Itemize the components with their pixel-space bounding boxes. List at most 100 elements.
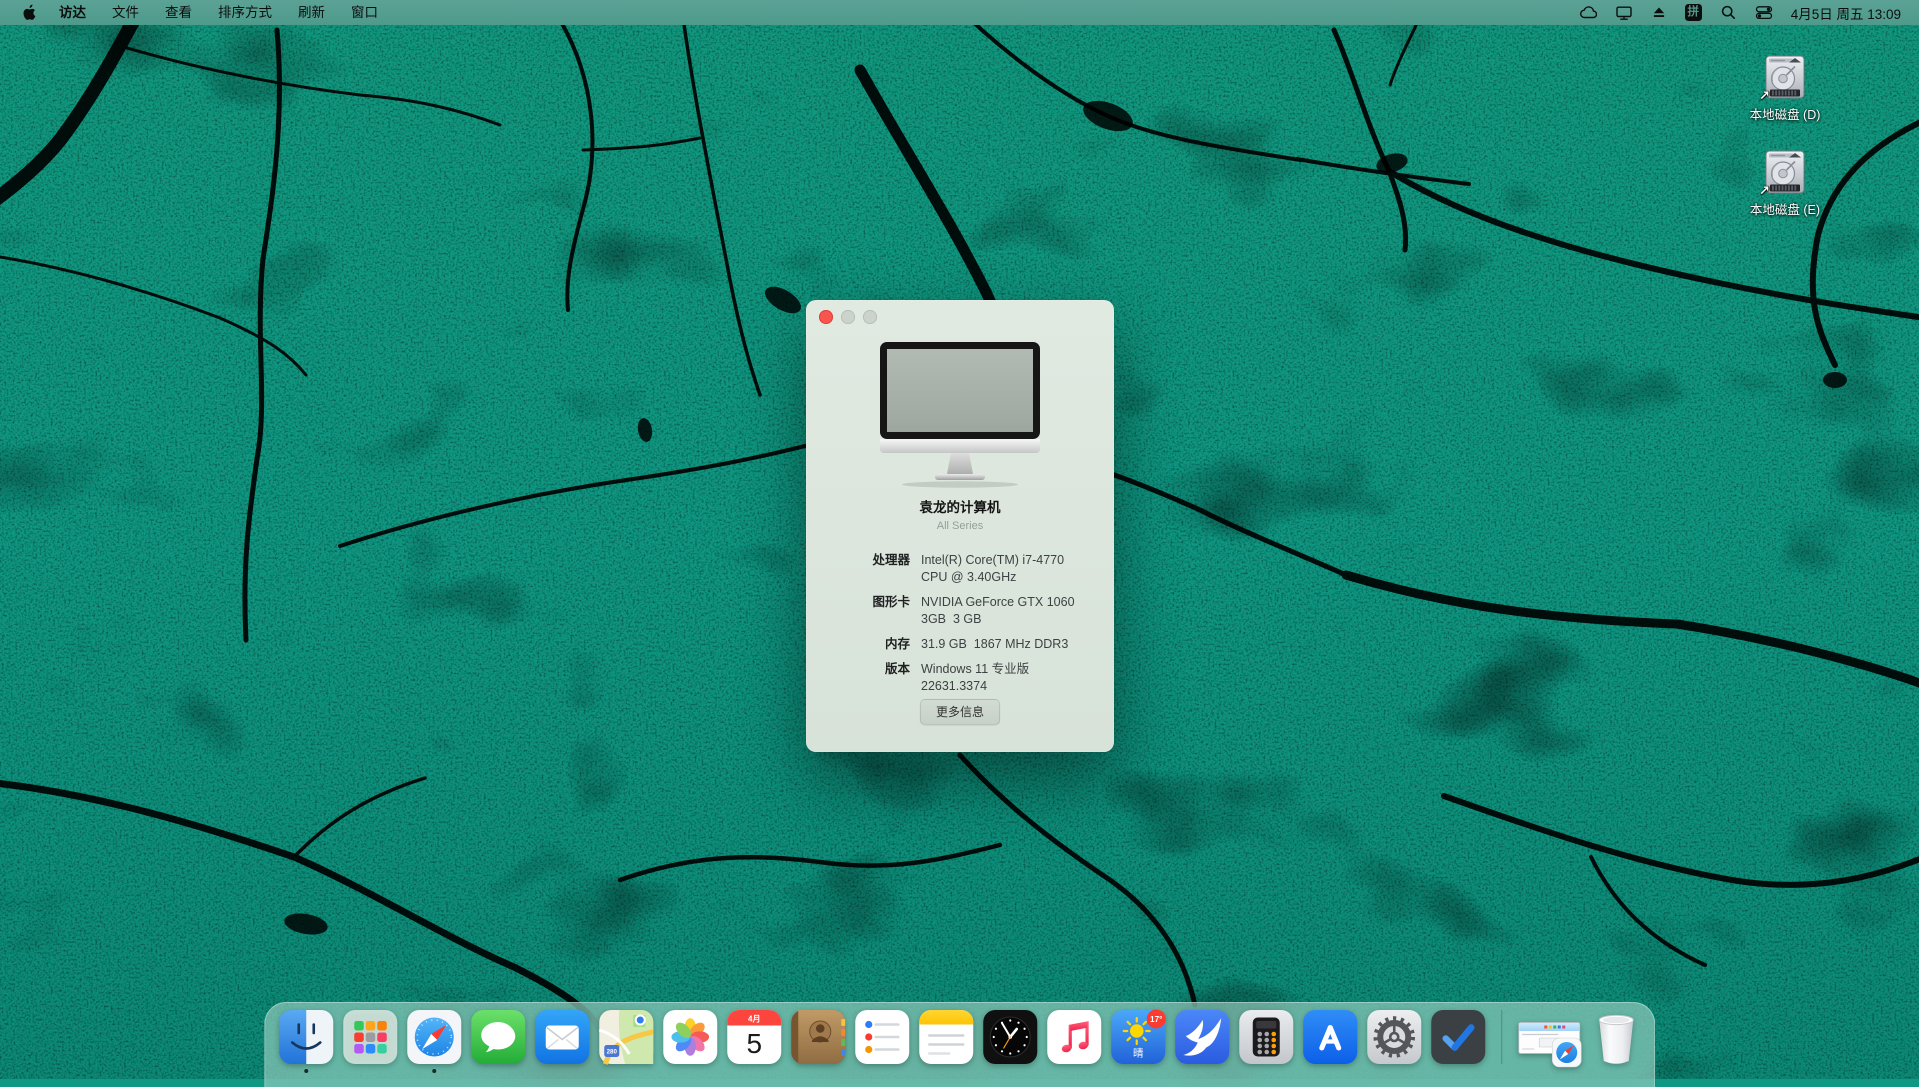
dock-item-contacts[interactable] — [791, 1010, 845, 1076]
spec-label: 版本 — [828, 661, 910, 695]
gear-icon — [1367, 1010, 1421, 1064]
minimized-safari-window — [1518, 1018, 1582, 1068]
checkmark-icon — [1431, 1010, 1485, 1064]
menu-sort[interactable]: 排序方式 — [205, 0, 285, 25]
model-name: All Series — [806, 520, 1114, 532]
maps-icon: 280 — [599, 1010, 653, 1064]
dock-item-weather[interactable]: 晴 17° — [1111, 1010, 1165, 1076]
shortcut-arrow-icon: ↗ — [1759, 183, 1770, 199]
desktop-icon-local-disk-d[interactable]: ↗ 本地磁盘 (D) — [1730, 55, 1840, 123]
computer-name: 袁龙的计算机 — [806, 496, 1114, 516]
spec-row-processor: 处理器 Intel(R) Core(TM) i7-4770 CPU @ 3.40… — [828, 552, 1092, 586]
dock-separator — [1501, 1010, 1503, 1064]
dock-item-photos[interactable] — [663, 1010, 717, 1076]
dock-item-app-store[interactable] — [1303, 1010, 1357, 1076]
safari-badge-icon — [1552, 1038, 1581, 1067]
control-center-icon[interactable] — [1746, 0, 1782, 25]
dock-item-trash[interactable] — [1592, 1010, 1640, 1076]
calendar-day-label: 5 — [746, 1028, 762, 1059]
dock-item-safari[interactable] — [407, 1010, 461, 1076]
dock-item-launchpad[interactable] — [343, 1010, 397, 1076]
dock-item-maps[interactable]: 280 — [599, 1010, 653, 1076]
zoom-button[interactable] — [863, 310, 877, 324]
notes-icon — [919, 1010, 973, 1064]
trash-icon — [1592, 1010, 1640, 1066]
music-icon — [1047, 1010, 1101, 1064]
dock-item-notes[interactable] — [919, 1010, 973, 1076]
spec-row-version: 版本 Windows 11 专业版 22631.3374 — [828, 661, 1092, 695]
dock-item-clock[interactable] — [983, 1010, 1037, 1076]
photos-icon — [663, 1010, 717, 1064]
menu-bar-clock[interactable]: 4月5日 周五 13:09 — [1782, 3, 1905, 23]
dock: 280 4月 5 — [264, 1002, 1656, 1087]
shortcut-arrow-icon: ↗ — [1759, 88, 1770, 104]
menu-bar-left: 访达 文件 查看 排序方式 刷新 窗口 — [0, 0, 391, 25]
messages-icon — [471, 1010, 525, 1064]
mail-icon — [535, 1010, 589, 1064]
dock-item-reminders[interactable] — [855, 1010, 909, 1076]
menu-file[interactable]: 文件 — [99, 0, 152, 25]
display-icon[interactable] — [1606, 0, 1642, 25]
dock-item-mail[interactable] — [535, 1010, 589, 1076]
more-info-button[interactable]: 更多信息 — [920, 699, 1000, 725]
dock-item-calendar[interactable]: 4月 5 — [727, 1010, 781, 1076]
spec-label: 内存 — [828, 636, 910, 653]
spec-value: Windows 11 专业版 22631.3374 — [921, 661, 1092, 695]
dock-item-finder[interactable] — [279, 1010, 333, 1076]
dock-item-messages[interactable] — [471, 1010, 525, 1076]
minimize-button[interactable] — [841, 310, 855, 324]
dock-item-music[interactable] — [1047, 1010, 1101, 1076]
desktop-icon-label: 本地磁盘 (D) — [1730, 104, 1840, 123]
contacts-icon — [791, 1010, 845, 1064]
desktop: { "menu_bar": { "menus": ["访达", "文件", "查… — [0, 0, 1919, 1079]
input-method-label: 拼 — [1687, 7, 1699, 19]
calendar-month-label: 4月 — [748, 1015, 760, 1024]
close-button[interactable] — [819, 310, 833, 324]
dock-item-settings[interactable] — [1367, 1010, 1421, 1076]
apple-logo-icon — [22, 4, 36, 21]
menu-bar: 访达 文件 查看 排序方式 刷新 窗口 拼 4月5日 周五 13:09 — [0, 0, 1919, 25]
launchpad-icon — [343, 1010, 397, 1064]
reminders-icon — [855, 1010, 909, 1064]
spec-label: 图形卡 — [828, 594, 910, 628]
weather-condition-label: 晴 — [1133, 1047, 1144, 1060]
menu-refresh[interactable]: 刷新 — [285, 0, 338, 25]
input-method-icon[interactable]: 拼 — [1676, 0, 1711, 25]
weather-badge: 17° — [1146, 1010, 1165, 1029]
about-this-computer-window: 袁龙的计算机 All Series 处理器 Intel(R) Core(TM) … — [806, 300, 1114, 752]
running-indicator — [304, 1069, 308, 1073]
weather-icon: 晴 17° — [1111, 1010, 1165, 1064]
menu-bar-status: 拼 4月5日 周五 13:09 — [1570, 0, 1919, 25]
dock-item-minimized-window[interactable] — [1518, 1010, 1582, 1076]
dock-item-xunlei[interactable] — [1175, 1010, 1229, 1076]
desktop-icon-local-disk-e[interactable]: ↗ 本地磁盘 (E) — [1730, 150, 1840, 218]
clock-icon — [983, 1010, 1037, 1064]
spec-value: Intel(R) Core(TM) i7-4770 CPU @ 3.40GHz — [921, 552, 1092, 586]
spec-list: 处理器 Intel(R) Core(TM) i7-4770 CPU @ 3.40… — [828, 552, 1092, 695]
spec-value: 31.9 GB 1867 MHz DDR3 — [921, 636, 1092, 653]
cloud-icon[interactable] — [1570, 0, 1606, 25]
calendar-icon: 4月 5 — [727, 1010, 781, 1064]
spec-value: NVIDIA GeForce GTX 1060 3GB 3 GB — [921, 594, 1092, 628]
menu-window[interactable]: 窗口 — [338, 0, 391, 25]
search-icon[interactable] — [1711, 0, 1746, 25]
weather-badge-label: 17° — [1150, 1015, 1162, 1024]
running-indicator — [432, 1069, 436, 1073]
imac-illustration — [875, 342, 1045, 488]
window-controls — [819, 310, 877, 324]
dock-item-todo[interactable] — [1431, 1010, 1485, 1076]
menu-finder[interactable]: 访达 — [46, 0, 99, 25]
spec-row-graphics: 图形卡 NVIDIA GeForce GTX 1060 3GB 3 GB — [828, 594, 1092, 628]
eject-icon[interactable] — [1642, 0, 1676, 25]
spec-label: 处理器 — [828, 552, 910, 586]
menu-view[interactable]: 查看 — [152, 0, 205, 25]
app-store-icon — [1303, 1010, 1357, 1064]
spec-row-memory: 内存 31.9 GB 1867 MHz DDR3 — [828, 636, 1092, 653]
finder-icon — [279, 1010, 333, 1064]
desktop-icon-label: 本地磁盘 (E) — [1730, 199, 1840, 218]
safari-icon — [407, 1010, 461, 1064]
apple-menu[interactable] — [14, 4, 46, 21]
dock-item-calculator[interactable] — [1239, 1010, 1293, 1076]
maps-shield-label: 280 — [606, 1049, 617, 1056]
calculator-icon — [1239, 1010, 1293, 1064]
